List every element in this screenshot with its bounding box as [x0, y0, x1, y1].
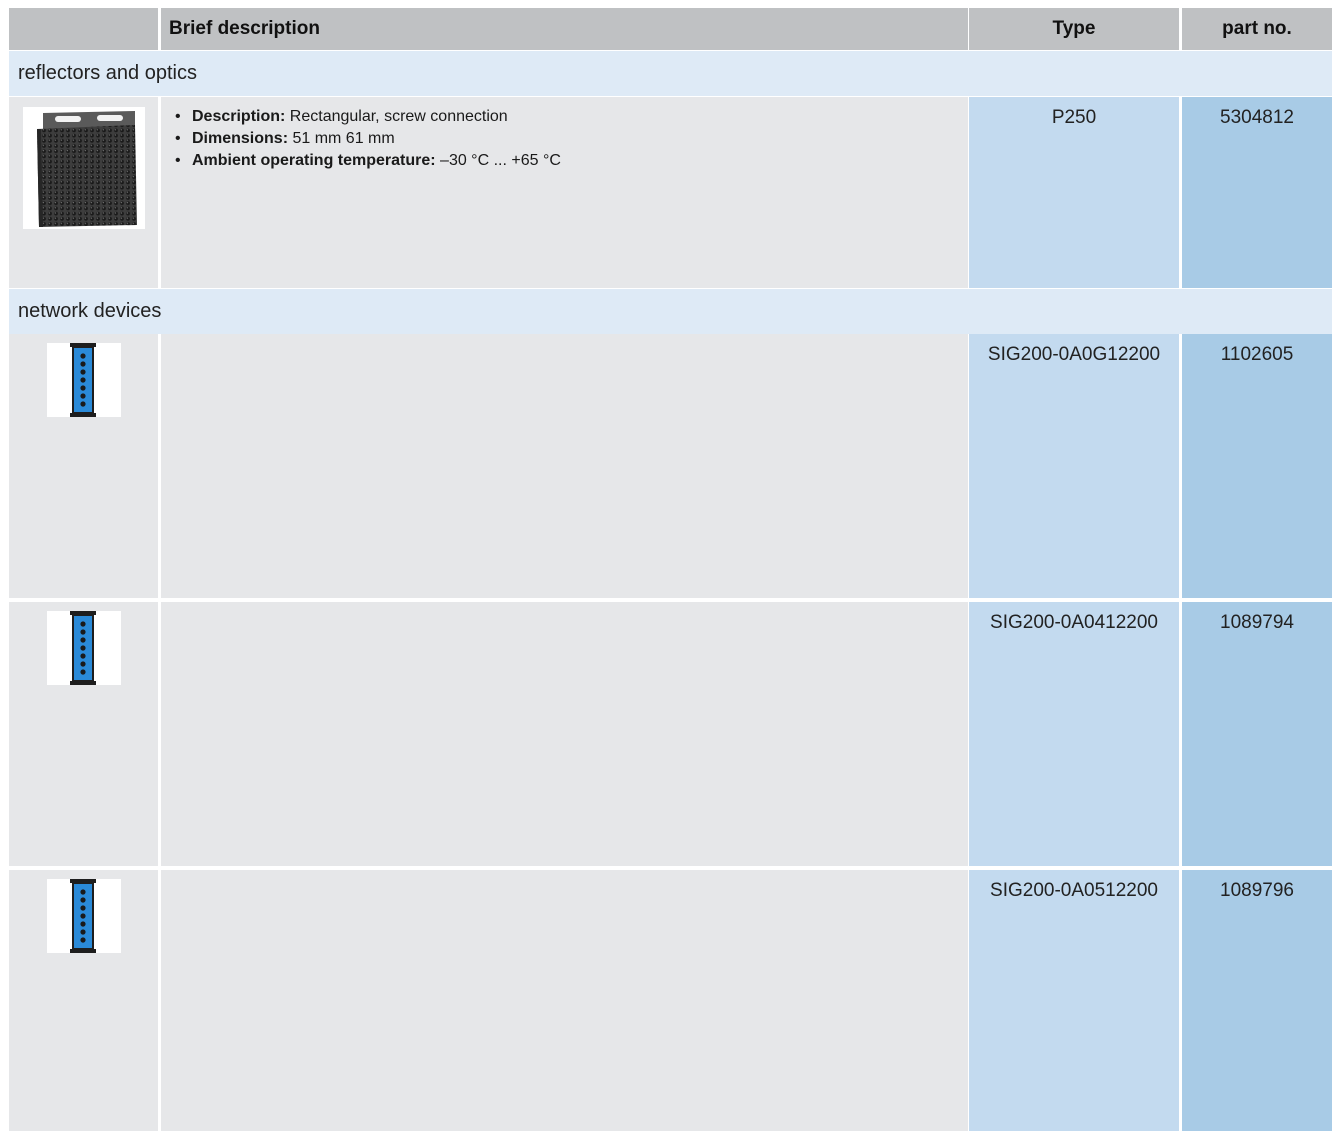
product-image-cell — [9, 602, 158, 866]
table-row: SIG200-0A0512200 1089796 — [9, 870, 1332, 1131]
product-part-no: 1102605 — [1182, 334, 1332, 598]
section-network-devices: network devices — [9, 289, 1332, 334]
product-description: Description: Rectangular, screw connecti… — [161, 97, 968, 288]
bullet-dimensions: Dimensions: 51 mm 61 mm — [171, 128, 968, 150]
rectangular-reflector-image — [23, 107, 145, 229]
product-description — [161, 334, 968, 598]
header-image-cell — [9, 8, 158, 50]
io-link-master-image — [47, 343, 121, 417]
product-part-no: 5304812 — [1182, 97, 1332, 288]
table-header: Brief description Type part no. — [9, 8, 1332, 50]
header-part-no: part no. — [1182, 8, 1332, 50]
bullet-ambient-temperature: Ambient operating temperature: –30 °C ..… — [171, 150, 968, 172]
table-row: SIG200-0A0412200 1089794 — [9, 602, 1332, 866]
product-description — [161, 870, 968, 1131]
product-part-no: 1089796 — [1182, 870, 1332, 1131]
product-type: SIG200-0A0G12200 — [969, 334, 1179, 598]
product-image-cell — [9, 97, 158, 288]
product-part-no: 1089794 — [1182, 602, 1332, 866]
header-brief-description: Brief description — [161, 8, 968, 50]
product-type: SIG200-0A0512200 — [969, 870, 1179, 1131]
product-type: P250 — [969, 97, 1179, 288]
io-link-master-image — [47, 611, 121, 685]
bullet-description: Description: Rectangular, screw connecti… — [171, 106, 968, 128]
io-link-master-image — [47, 879, 121, 953]
header-type: Type — [969, 8, 1179, 50]
table-row: SIG200-0A0G12200 1102605 — [9, 334, 1332, 598]
description-list: Description: Rectangular, screw connecti… — [171, 106, 968, 172]
section-reflectors-and-optics: reflectors and optics — [9, 51, 1332, 96]
product-image-cell — [9, 870, 158, 1131]
table-row: Description: Rectangular, screw connecti… — [9, 97, 1332, 288]
product-image-cell — [9, 334, 158, 598]
product-description — [161, 602, 968, 866]
product-type: SIG200-0A0412200 — [969, 602, 1179, 866]
